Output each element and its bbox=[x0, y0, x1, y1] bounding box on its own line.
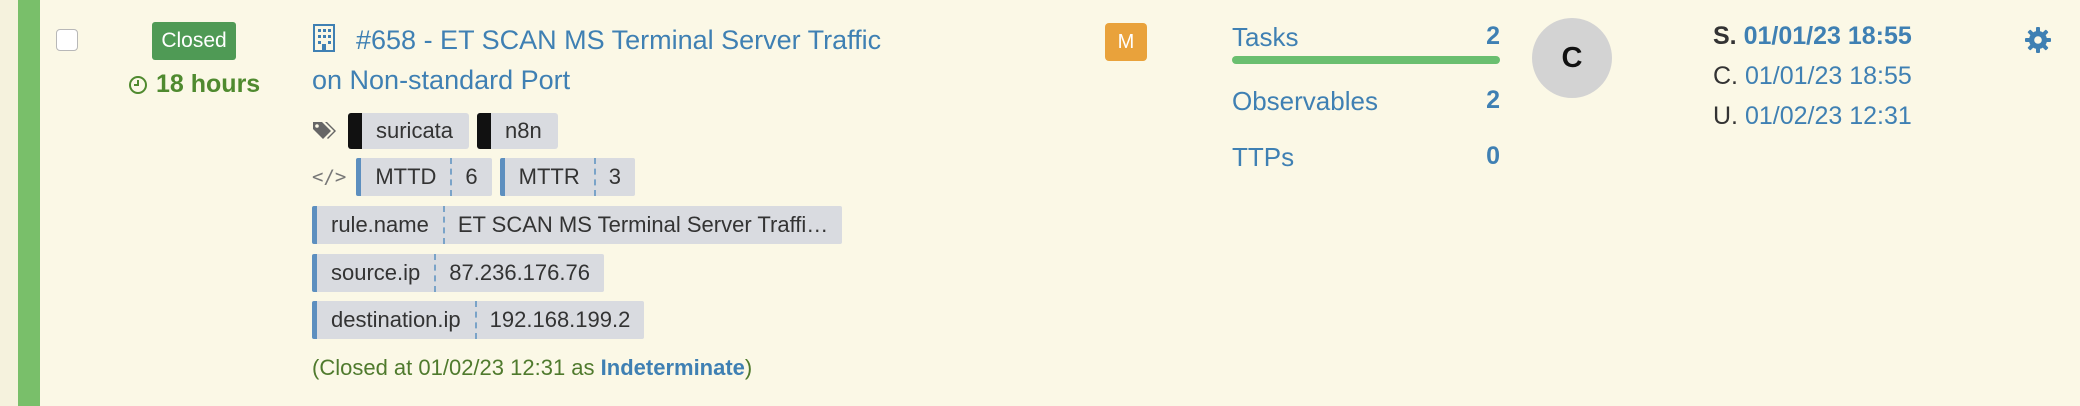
status-color-bar bbox=[18, 0, 40, 406]
custom-field-rule-name[interactable]: rule.name ET SCAN MS Terminal Server Tra… bbox=[312, 206, 843, 244]
custom-field-destination-ip[interactable]: destination.ip 192.168.199.2 bbox=[312, 301, 645, 339]
code-icon: </> bbox=[312, 166, 347, 188]
tasks-progress-bar bbox=[1232, 56, 1500, 64]
tasks-link[interactable]: Tasks bbox=[1232, 22, 1298, 53]
metric-key: MTTD bbox=[375, 164, 437, 189]
row-left-strip bbox=[0, 0, 18, 406]
severity-badge: M bbox=[1105, 23, 1147, 61]
assignee-avatar[interactable]: C bbox=[1532, 18, 1612, 98]
tag-suricata[interactable]: suricata bbox=[348, 113, 470, 149]
case-age-text: 18 hours bbox=[156, 70, 261, 98]
field-value: 87.236.176.76 bbox=[434, 254, 604, 292]
case-title-link[interactable]: #658 - ET SCAN MS Terminal Server Traffi… bbox=[312, 20, 892, 100]
status-badge: Closed bbox=[152, 22, 236, 60]
updated-date-prefix: U. bbox=[1713, 102, 1738, 130]
tag-n8n[interactable]: n8n bbox=[477, 113, 558, 149]
field-value: ET SCAN MS Terminal Server Traffi… bbox=[442, 206, 842, 244]
closed-note-suffix: ) bbox=[744, 355, 753, 380]
metric-list: </> MTTD 6 MTTR 3 bbox=[312, 158, 636, 196]
tag-list: suricata n8n bbox=[312, 112, 558, 150]
tag-label: suricata bbox=[376, 118, 454, 143]
created-date-prefix: C. bbox=[1713, 62, 1738, 90]
metric-mttr[interactable]: MTTR 3 bbox=[499, 158, 636, 196]
start-date-prefix: S. bbox=[1713, 22, 1737, 50]
closed-note-prefix: (Closed at 01/02/23 12:31 as bbox=[312, 355, 601, 380]
metric-value: 6 bbox=[450, 158, 491, 196]
observables-count[interactable]: 2 bbox=[1470, 86, 1500, 115]
field-value: 192.168.199.2 bbox=[474, 301, 645, 339]
resolution-status: Indeterminate bbox=[600, 355, 745, 380]
observables-link[interactable]: Observables bbox=[1232, 86, 1378, 117]
case-age: 18 hours bbox=[128, 70, 260, 99]
tags-icon bbox=[313, 122, 336, 139]
created-date: C. 01/01/23 18:55 bbox=[1713, 62, 1912, 91]
metric-value: 3 bbox=[593, 158, 635, 196]
field-key: destination.ip bbox=[331, 307, 461, 332]
custom-field-source-ip[interactable]: source.ip 87.236.176.76 bbox=[312, 254, 604, 292]
tag-label: n8n bbox=[505, 118, 542, 143]
created-date-value[interactable]: 01/01/23 18:55 bbox=[1745, 62, 1912, 90]
select-checkbox[interactable] bbox=[56, 29, 78, 51]
field-key: rule.name bbox=[331, 212, 429, 237]
start-date: S. 01/01/23 18:55 bbox=[1713, 22, 1912, 51]
metric-key: MTTR bbox=[518, 164, 580, 189]
field-key: source.ip bbox=[331, 260, 421, 285]
start-date-value[interactable]: 01/01/23 18:55 bbox=[1744, 22, 1912, 50]
updated-date: U. 01/02/23 12:31 bbox=[1713, 102, 1912, 131]
tag-color-swatch bbox=[348, 113, 362, 149]
ttps-link[interactable]: TTPs bbox=[1232, 142, 1294, 173]
updated-date-value[interactable]: 01/02/23 12:31 bbox=[1745, 102, 1912, 130]
ttps-count[interactable]: 0 bbox=[1470, 142, 1500, 171]
tag-color-swatch bbox=[477, 113, 492, 149]
tasks-progress-fill bbox=[1232, 56, 1500, 64]
gear-icon[interactable] bbox=[2024, 26, 2052, 54]
case-row: Closed 18 hours #658 - ET SCAN MS Termin… bbox=[0, 0, 2080, 406]
closed-note: (Closed at 01/02/23 12:31 as Indetermina… bbox=[312, 355, 752, 381]
tasks-count[interactable]: 2 bbox=[1470, 22, 1500, 51]
clock-icon bbox=[129, 75, 147, 94]
metric-mttd[interactable]: MTTD 6 bbox=[356, 158, 492, 196]
